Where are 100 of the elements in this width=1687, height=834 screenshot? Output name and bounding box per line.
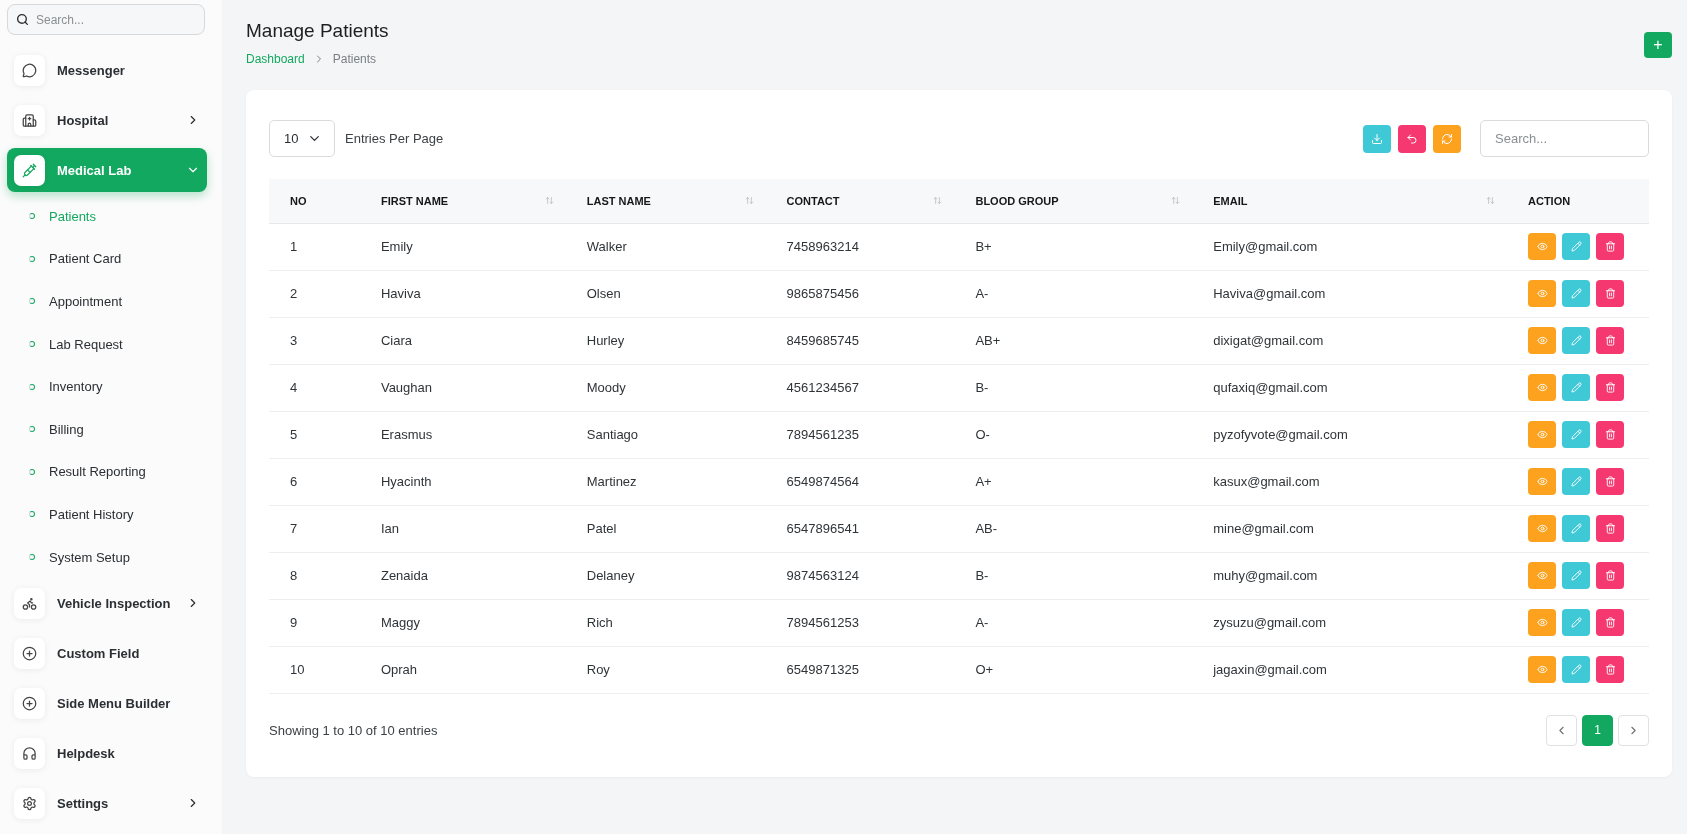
table-cell: A- (954, 270, 1193, 317)
edit-button[interactable] (1562, 374, 1590, 401)
table-cell: Moody (565, 364, 766, 411)
sort-icon[interactable] (744, 196, 754, 206)
table-cell: 7894561235 (765, 411, 955, 458)
delete-button[interactable] (1596, 656, 1624, 683)
delete-button[interactable] (1596, 327, 1624, 354)
sidebar-subitem[interactable]: Patient Card (7, 237, 197, 281)
edit-button[interactable] (1562, 280, 1590, 307)
pencil-icon (1570, 570, 1582, 581)
sidebar-subitem[interactable]: Patient History (7, 493, 197, 536)
sort-icon[interactable] (1171, 196, 1181, 206)
entries-select[interactable]: 10 (269, 120, 335, 157)
pencil-icon (1570, 664, 1582, 675)
previous-page-button[interactable] (1546, 714, 1577, 746)
view-button[interactable] (1528, 280, 1556, 307)
table-cell: B- (954, 552, 1193, 599)
sidebar-item[interactable]: Custom Field (7, 628, 207, 679)
table-cell: Emily (359, 223, 566, 270)
refresh-icon (1441, 132, 1453, 145)
table-cell: O+ (954, 646, 1193, 693)
edit-button[interactable] (1562, 468, 1590, 495)
pencil-icon (1570, 476, 1582, 487)
download-button[interactable] (1363, 124, 1391, 153)
column-header: ACTION (1528, 194, 1571, 207)
edit-button[interactable] (1562, 656, 1590, 683)
sort-icon[interactable] (1486, 196, 1495, 206)
edit-button[interactable] (1562, 562, 1590, 589)
view-button[interactable] (1528, 515, 1556, 542)
table-cell: 7894561253 (765, 599, 955, 646)
table-cell: Martinez (565, 458, 766, 505)
edit-button[interactable] (1562, 421, 1590, 448)
eye-icon (1536, 335, 1548, 346)
edit-button[interactable] (1562, 515, 1590, 542)
plus-circle-icon (22, 695, 37, 711)
delete-button[interactable] (1596, 280, 1624, 307)
sidebar-subitem[interactable]: Lab Request (7, 322, 197, 366)
table-cell: Vaughan (359, 364, 566, 411)
delete-button[interactable] (1596, 374, 1624, 401)
delete-button[interactable] (1596, 562, 1624, 589)
sort-icon[interactable] (933, 196, 943, 206)
edit-button[interactable] (1562, 327, 1590, 354)
table-cell: 6547896541 (765, 505, 955, 552)
sidebar-subitem[interactable]: Result Reporting (7, 450, 197, 494)
undo-button[interactable] (1398, 124, 1426, 153)
sidebar-subitem[interactable]: System Setup (7, 535, 197, 579)
table-cell: 1 (269, 223, 360, 270)
next-page-button[interactable] (1618, 714, 1649, 746)
sidebar-item[interactable]: Vehicle Inspection (7, 578, 207, 629)
delete-button[interactable] (1596, 421, 1624, 448)
trash-icon (1604, 429, 1616, 440)
view-button[interactable] (1528, 327, 1556, 354)
view-button[interactable] (1528, 421, 1556, 448)
sidebar-item[interactable]: Settings (7, 778, 207, 829)
hospital-icon (22, 112, 37, 128)
delete-button[interactable] (1596, 233, 1624, 260)
sidebar-subitem[interactable]: Inventory (7, 365, 197, 408)
edit-button[interactable] (1562, 609, 1590, 636)
table-cell: 6549874564 (765, 458, 955, 505)
sidebar-item[interactable]: Side Menu Builder (7, 678, 207, 729)
view-button[interactable] (1528, 374, 1556, 401)
table-cell: B+ (954, 223, 1193, 270)
edit-button[interactable] (1562, 233, 1590, 260)
table-cell: Santiago (565, 411, 766, 458)
search-field[interactable]: Search... (7, 4, 205, 35)
entries-info: Showing 1 to 10 of 10 entries (269, 722, 438, 738)
pencil-icon (1570, 335, 1582, 346)
table-cell: O- (954, 411, 1193, 458)
delete-button[interactable] (1596, 468, 1624, 495)
page-title: Manage Patients (246, 20, 389, 42)
delete-button[interactable] (1596, 515, 1624, 542)
view-button[interactable] (1528, 562, 1556, 589)
view-button[interactable] (1528, 656, 1556, 683)
view-button[interactable] (1528, 468, 1556, 495)
sidebar-item[interactable]: Helpdesk (7, 728, 207, 779)
delete-button[interactable] (1596, 609, 1624, 636)
table-cell: Erasmus (359, 411, 566, 458)
trash-icon (1604, 241, 1616, 252)
table-cell: Ciara (359, 317, 566, 364)
table-cell: AB- (954, 505, 1193, 552)
headphones-icon (22, 745, 37, 761)
refresh-button[interactable] (1433, 124, 1461, 153)
sidebar-item[interactable]: Hospital (7, 95, 207, 145)
table-cell: 6 (269, 458, 360, 505)
table-cell: 4561234567 (765, 364, 955, 411)
table-cell: muhy@gmail.com (1192, 552, 1507, 599)
sidebar-subitem[interactable]: Appointment (7, 280, 197, 323)
table-cell: 7458963214 (765, 223, 955, 270)
sidebar-subitem[interactable]: Billing (7, 407, 197, 451)
sidebar-item[interactable]: Messenger (7, 45, 207, 95)
table-cell: AB+ (954, 317, 1193, 364)
view-button[interactable] (1528, 609, 1556, 636)
settings-icon (22, 795, 37, 811)
table-cell: Zenaida (359, 552, 566, 599)
eye-icon (1536, 429, 1548, 440)
table-cell: 8459685745 (765, 317, 955, 364)
search-field[interactable]: Search... (1480, 120, 1649, 157)
sort-icon[interactable] (544, 196, 554, 206)
view-button[interactable] (1528, 233, 1556, 260)
column-header: CONTACT (786, 194, 840, 207)
